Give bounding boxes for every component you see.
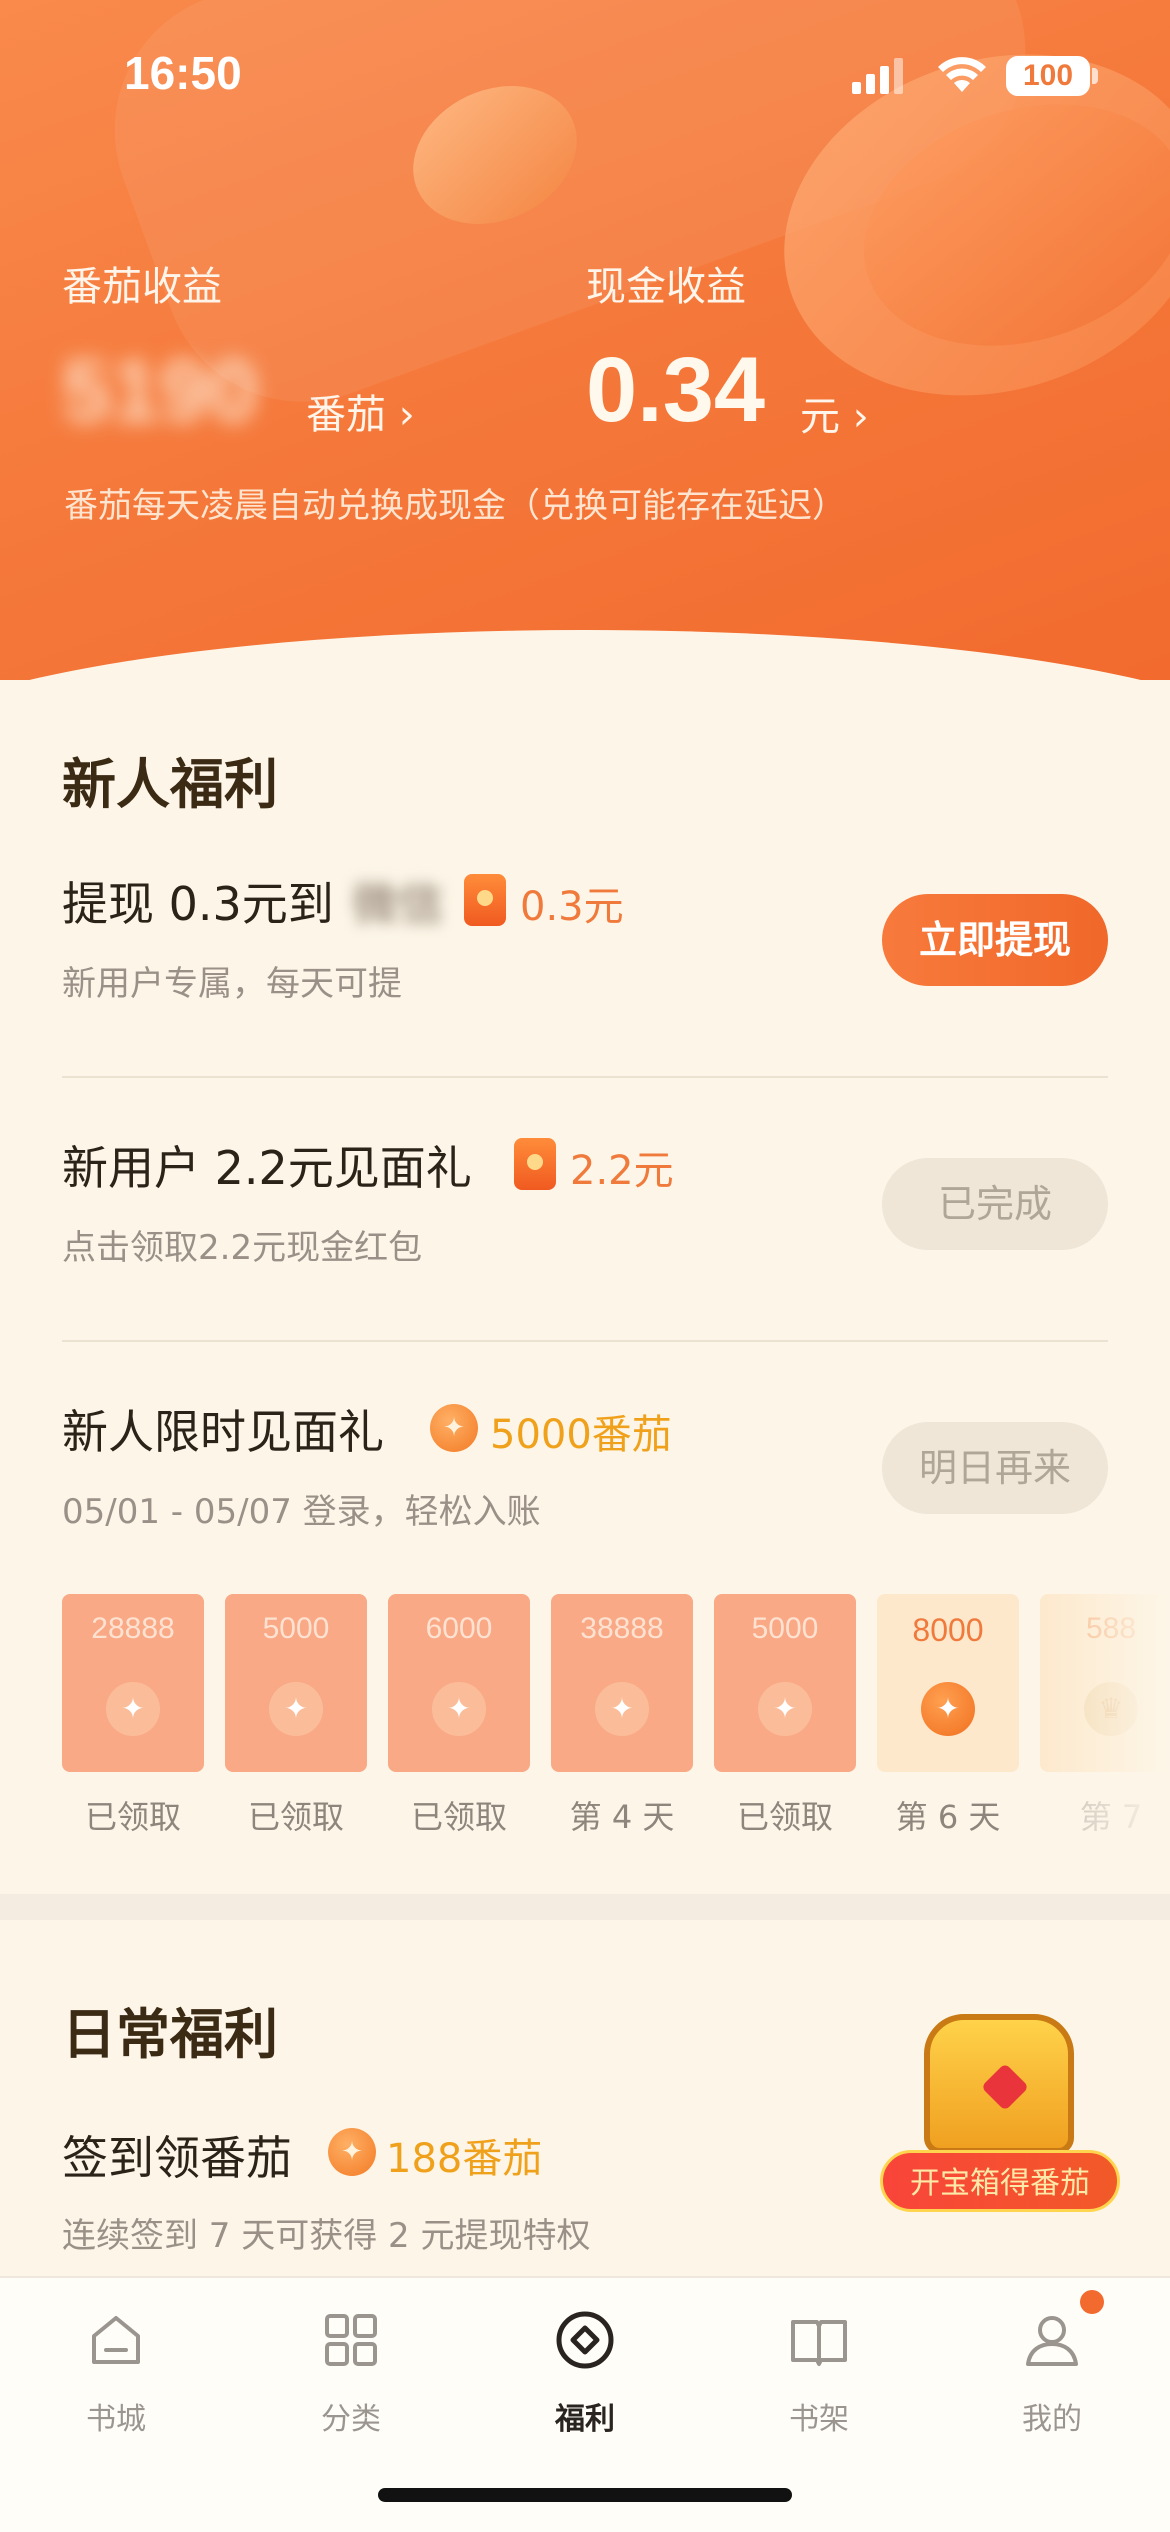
tab-bookshelf[interactable]: 书架	[739, 2308, 899, 2438]
completed-button[interactable]: 已完成	[882, 1158, 1108, 1250]
tomato-earnings-value: 5190	[62, 341, 258, 440]
tab-bookstore[interactable]: 书城	[36, 2308, 196, 2438]
header-curve	[0, 630, 1170, 680]
day-card[interactable]: 8000 ✦ 第 6 天	[877, 1594, 1019, 1838]
battery-tip	[1092, 68, 1098, 84]
home-icon	[92, 2316, 140, 2364]
red-packet-icon	[464, 874, 506, 926]
strip-fade	[1040, 1594, 1170, 1844]
treasure-chest-label: 开宝箱得番茄	[880, 2150, 1120, 2212]
tomato-coin-icon: ✦	[269, 1682, 323, 1736]
tomato-coin-icon: ✦	[432, 1682, 486, 1736]
day-card[interactable]: 28888 ✦ 已领取	[62, 1594, 204, 1838]
exchange-note: 番茄每天凌晨自动兑换成现金（兑换可能存在延迟）	[64, 486, 846, 526]
welcome-gift-subtitle: 点击领取2.2元现金红包	[62, 1228, 423, 1268]
tab-label: 书城	[86, 2402, 146, 2437]
daily-section-title: 日常福利	[62, 2003, 278, 2066]
checkin-title: 签到领番茄	[62, 2131, 292, 2185]
day-amount: 5000	[262, 1612, 330, 1645]
tab-label: 我的	[1022, 2402, 1082, 2437]
tab-welfare[interactable]: 福利	[505, 2308, 665, 2438]
withdraw-title: 提现 0.3元到	[62, 877, 334, 931]
limited-gift-title: 新人限时见面礼	[62, 1405, 384, 1459]
earnings-header: 16:50 100 番茄收益 5190 番茄 › 现金收益 0.34 元 › 番…	[0, 0, 1170, 680]
day-card[interactable]: 5000 ✦ 已领取	[714, 1594, 856, 1838]
day-amount: 6000	[425, 1612, 493, 1645]
day-amount: 28888	[91, 1612, 175, 1645]
notification-dot	[1080, 2290, 1104, 2314]
day-card[interactable]: 38888 ✦ 第 4 天	[551, 1594, 693, 1838]
login-days-strip[interactable]: 28888 ✦ 已领取 5000 ✦ 已领取 6000 ✦ 已领取 38888 ✦ 第 …	[62, 1594, 1170, 1844]
checkin-reward: 188番茄	[386, 2136, 543, 2182]
tomato-coin-icon: ✦	[106, 1682, 160, 1736]
limited-gift-subtitle: 05/01 - 05/07 登录，轻松入账	[62, 1492, 541, 1532]
tomato-coin-icon: ✦	[328, 2128, 376, 2176]
withdraw-target-blurred: 微信	[352, 877, 444, 931]
tab-label: 福利	[555, 2402, 615, 2437]
section-separator	[0, 1894, 1170, 1920]
treasure-chest-icon	[924, 2014, 1074, 2154]
book-icon	[791, 2320, 847, 2366]
tomato-earnings-link[interactable]: 番茄 ›	[306, 382, 415, 440]
day-label: 第 6 天	[895, 1798, 1001, 1836]
tomato-coin-icon: ✦	[430, 1404, 478, 1452]
tab-mine[interactable]: 我的	[972, 2308, 1132, 2438]
day-label: 已领取	[84, 1798, 181, 1836]
newcomer-section-title: 新人福利	[62, 753, 278, 816]
day-amount: 8000	[912, 1612, 984, 1648]
battery-icon: 100	[1006, 56, 1090, 96]
divider	[62, 1076, 1108, 1078]
home-indicator	[378, 2488, 792, 2502]
day-card[interactable]: 5000 ✦ 已领取	[225, 1594, 367, 1838]
day-amount: 38888	[580, 1612, 664, 1645]
checkin-subtitle: 连续签到 7 天可获得 2 元提现特权	[62, 2216, 591, 2256]
come-back-tomorrow-button[interactable]: 明日再来	[882, 1422, 1108, 1514]
day-label: 已领取	[410, 1798, 507, 1836]
tomato-coin-icon: ✦	[595, 1682, 649, 1736]
tab-label: 分类	[321, 2402, 381, 2437]
wifi-icon	[938, 57, 986, 92]
status-time: 16:50	[124, 47, 242, 99]
withdraw-subtitle: 新用户专属，每天可提	[62, 964, 402, 1004]
day-amount: 5000	[751, 1612, 819, 1645]
coin-icon	[556, 2311, 614, 2369]
tomato-coin-icon: ✦	[921, 1682, 975, 1736]
withdraw-reward: 0.3元	[520, 884, 624, 930]
red-packet-icon	[514, 1138, 556, 1190]
day-card[interactable]: 6000 ✦ 已领取	[388, 1594, 530, 1838]
welcome-gift-reward: 2.2元	[570, 1148, 674, 1194]
cellular-signal-icon	[852, 58, 910, 94]
grid-icon	[325, 2314, 377, 2366]
user-icon	[1026, 2316, 1078, 2366]
tab-label: 书架	[789, 2402, 849, 2437]
tomato-coin-icon: ✦	[758, 1682, 812, 1736]
cash-earnings-value[interactable]: 0.34	[586, 338, 765, 443]
status-bar: 16:50 100	[0, 0, 1170, 150]
day-label: 第 4 天	[569, 1798, 675, 1836]
tab-category[interactable]: 分类	[271, 2308, 431, 2438]
divider	[62, 1340, 1108, 1342]
limited-gift-reward: 5000番茄	[490, 1412, 672, 1458]
day-label: 已领取	[736, 1798, 833, 1836]
cash-earnings-link[interactable]: 元 ›	[800, 384, 869, 442]
cash-earnings-label: 现金收益	[586, 264, 746, 310]
withdraw-now-button[interactable]: 立即提现	[882, 894, 1108, 986]
welcome-gift-title: 新用户 2.2元见面礼	[62, 1141, 472, 1195]
treasure-chest-button[interactable]: 开宝箱得番茄	[880, 1994, 1120, 2234]
day-label: 已领取	[247, 1798, 344, 1836]
tomato-earnings-label: 番茄收益	[62, 264, 222, 310]
